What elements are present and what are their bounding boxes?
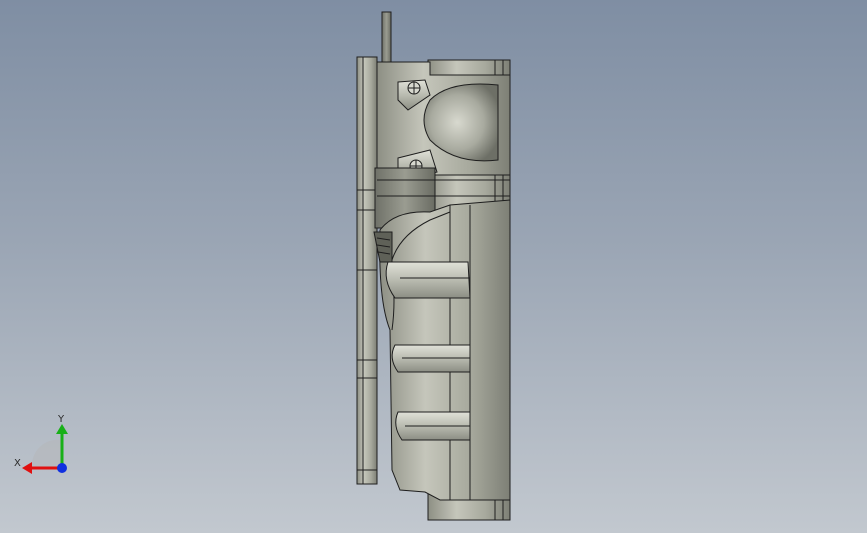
graphics-viewport[interactable]: Y X xyxy=(0,0,867,533)
coordinate-triad: Y X xyxy=(14,414,68,474)
shaft xyxy=(381,11,392,63)
cad-model-part[interactable] xyxy=(0,0,867,533)
cooling-fins xyxy=(385,261,471,441)
z-axis-dot xyxy=(57,463,67,473)
y-axis-label: Y xyxy=(57,414,65,425)
triad-shadow xyxy=(31,439,62,468)
x-axis-label: X xyxy=(14,458,21,469)
y-axis-arrow xyxy=(56,424,68,434)
model-geometry xyxy=(356,11,511,521)
x-axis-arrow xyxy=(22,462,32,474)
